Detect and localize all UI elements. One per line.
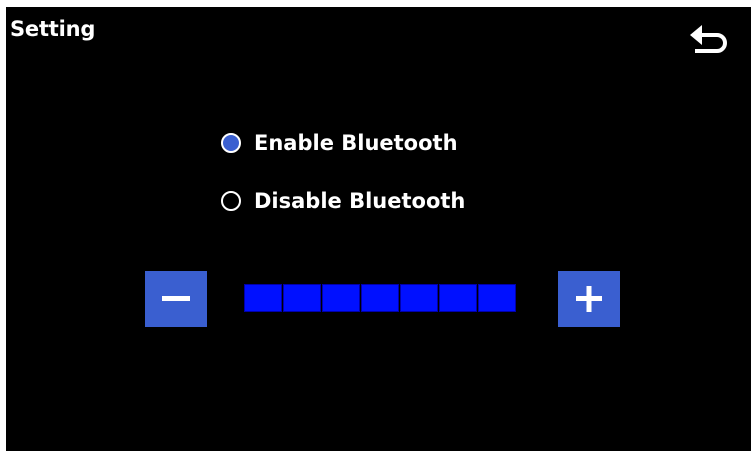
level-bar[interactable] xyxy=(244,284,516,312)
level-segment xyxy=(283,284,321,312)
enable-bluetooth-radio[interactable] xyxy=(221,133,241,153)
disable-bluetooth-option[interactable]: Disable Bluetooth xyxy=(221,189,465,213)
enable-bluetooth-option[interactable]: Enable Bluetooth xyxy=(221,131,458,155)
disable-bluetooth-radio[interactable] xyxy=(221,191,241,211)
level-segment xyxy=(361,284,399,312)
page-title: Setting xyxy=(10,17,96,41)
decrease-button[interactable] xyxy=(145,271,207,327)
back-button[interactable] xyxy=(686,17,730,55)
back-arrow-icon xyxy=(690,25,727,53)
enable-bluetooth-label: Enable Bluetooth xyxy=(254,131,458,155)
increase-button[interactable] xyxy=(558,271,620,327)
level-segment xyxy=(478,284,516,312)
settings-screen: Setting Enable Bluetooth Disable Bluetoo… xyxy=(6,7,751,451)
level-segment xyxy=(400,284,438,312)
disable-bluetooth-label: Disable Bluetooth xyxy=(254,189,466,213)
minus-icon xyxy=(162,296,190,301)
level-segment xyxy=(322,284,360,312)
plus-icon xyxy=(576,286,602,312)
level-segment xyxy=(439,284,477,312)
level-segment xyxy=(244,284,282,312)
